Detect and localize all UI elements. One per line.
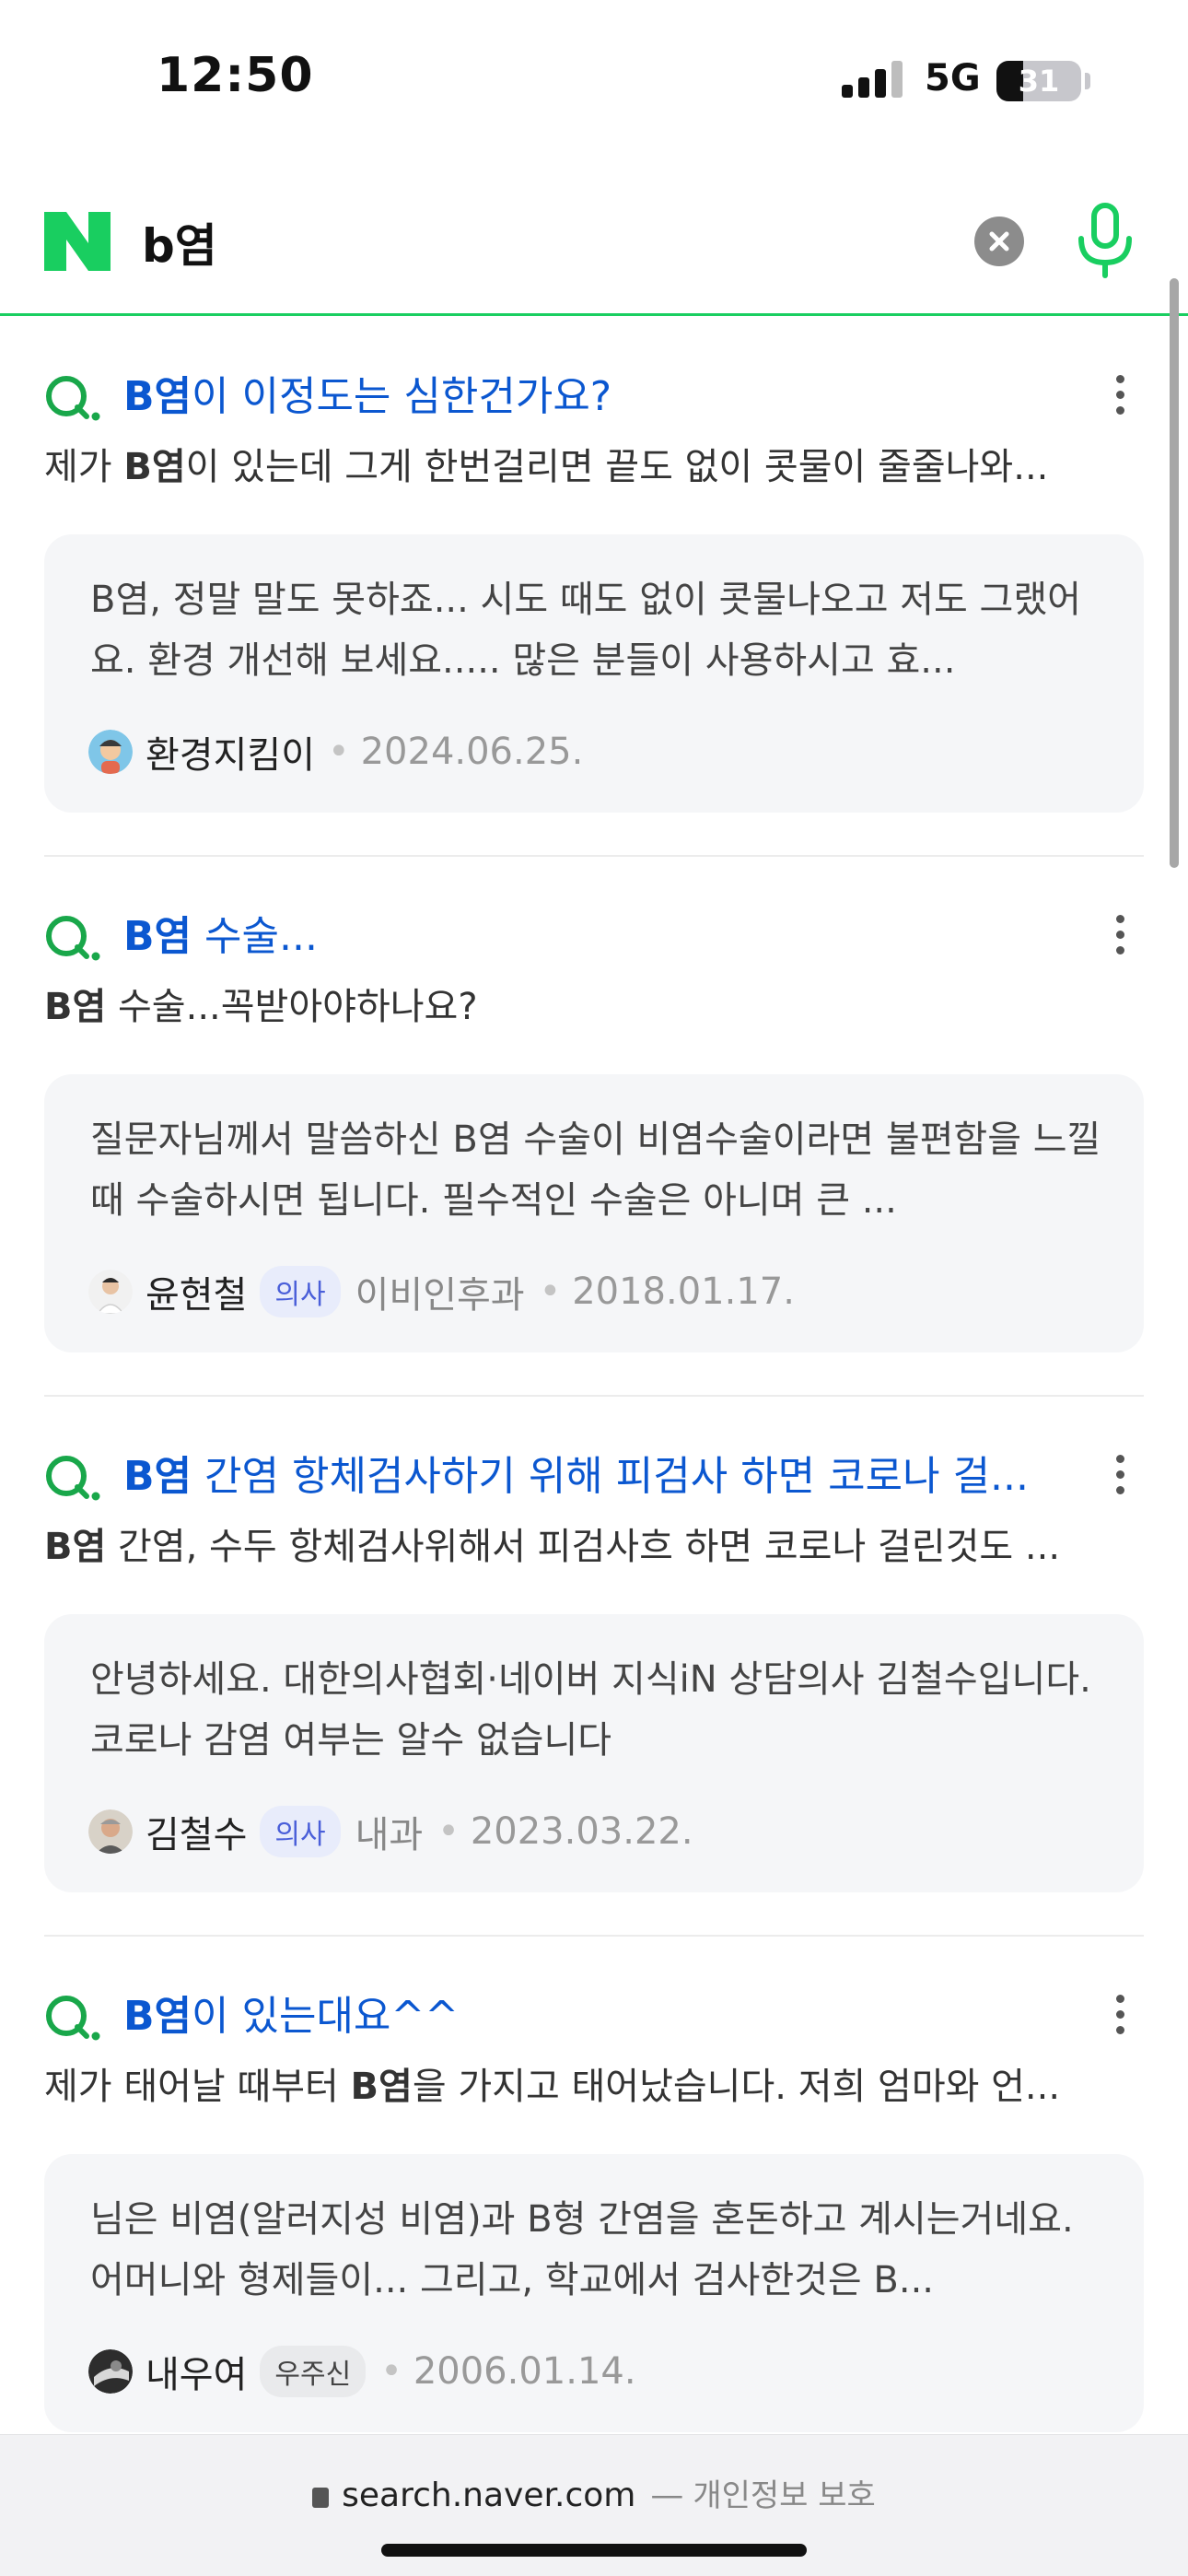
naver-logo-icon[interactable] <box>44 212 111 271</box>
signal-icon <box>842 61 904 98</box>
result-snippet: 제가 태어날 때부터 B염을 가지고 태어났습니다. 저희 엄마와 언... <box>44 2066 1061 2108</box>
divider <box>44 1935 1144 1937</box>
more-options-icon[interactable] <box>1111 1992 1129 2040</box>
title-keyword: B염 <box>123 1453 192 1500</box>
author-name[interactable]: 환경지킴이 <box>146 725 315 779</box>
author-name[interactable]: 김철수 <box>146 1805 247 1858</box>
result-title[interactable]: B염이 이정도는 심한건가요? <box>123 363 1072 422</box>
scrollbar[interactable] <box>1170 278 1179 868</box>
battery-icon: 31 <box>996 61 1081 101</box>
result-snippet: B염 간염, 수두 항체검사위해서 피검사흐 하면 코로나 걸린것도 ... <box>44 1526 1061 1568</box>
avatar <box>88 730 133 774</box>
level-badge: 우주신 <box>260 2346 367 2397</box>
clear-search-button[interactable] <box>974 217 1024 266</box>
more-options-icon[interactable] <box>1111 372 1129 420</box>
close-icon <box>989 231 1009 252</box>
answer-card[interactable]: 질문자님께서 말씀하신 B염 수술이 비염수술이라면 불편함을 느낄 때 수술하… <box>44 1074 1144 1352</box>
department: 이비인후과 <box>355 1274 525 1317</box>
title-text: 이 있는대요^^ <box>192 1993 460 2040</box>
divider <box>44 855 1144 857</box>
result-title[interactable]: B염이 있는대요^^ <box>123 1983 1072 2042</box>
answer-text: B염, 정말 말도 못하죠... 시도 때도 없이 콧물나오고 저도 그랬어요.… <box>90 579 1081 682</box>
meta-dot: • <box>437 1810 460 1853</box>
divider <box>44 1395 1144 1397</box>
answer-meta: 내우여 우주신 • 2006.01.14. <box>88 2346 636 2397</box>
question-icon <box>46 376 100 421</box>
lock-icon <box>312 2488 330 2508</box>
title-keyword: B염 <box>123 913 192 960</box>
title-text: 수술... <box>192 913 318 960</box>
search-input[interactable] <box>142 205 952 279</box>
answer-meta: 윤현철 의사 이비인후과 • 2018.01.17. <box>88 1266 795 1317</box>
answer-meta: 환경지킴이 • 2024.06.25. <box>88 726 583 778</box>
answer-date: 2024.06.25. <box>360 731 584 773</box>
meta-dot: • <box>328 731 350 773</box>
question-icon <box>46 916 100 961</box>
doctor-badge: 의사 <box>260 1266 341 1317</box>
result-snippet: 제가 B염이 있는데 그게 한번걸리면 끝도 없이 콧물이 줄줄나와... <box>44 446 1049 488</box>
status-time: 12:50 <box>157 48 314 103</box>
answer-card[interactable]: 안녕하세요. 대한의사협회·네이버 지식iN 상담의사 김철수입니다. 코로나 … <box>44 1614 1144 1892</box>
title-keyword: B염 <box>123 373 192 420</box>
title-keyword: B염 <box>123 1993 192 2040</box>
result-title[interactable]: B염 간염 항체검사하기 위해 피검사 하면 코로나 걸... <box>123 1443 1072 1502</box>
answer-date: 2018.01.17. <box>572 1270 795 1313</box>
avatar <box>88 2349 133 2394</box>
battery-tip <box>1085 73 1090 89</box>
url-text: search.naver.com <box>342 2476 636 2514</box>
battery-percent: 31 <box>1018 64 1060 99</box>
home-indicator[interactable] <box>381 2544 807 2557</box>
question-icon <box>46 1456 100 1501</box>
title-text: 이 이정도는 심한건가요? <box>192 373 612 420</box>
answer-date: 2006.01.14. <box>413 2350 636 2393</box>
microphone-icon[interactable] <box>1072 202 1138 281</box>
meta-dot: • <box>539 1270 562 1313</box>
title-text: 간염 항체검사하기 위해 피검사 하면 코로나 걸... <box>192 1453 1030 1500</box>
status-bar: 12:50 5G 31 <box>0 0 1188 161</box>
result-snippet: B염 수술...꼭받아야하나요? <box>44 986 478 1028</box>
search-header <box>0 161 1188 316</box>
result-title[interactable]: B염 수술... <box>123 903 1072 962</box>
url-separator: — <box>650 2476 684 2514</box>
answer-card[interactable]: B염, 정말 말도 못하죠... 시도 때도 없이 콧물나오고 저도 그랬어요.… <box>44 534 1144 813</box>
browser-bottom-bar: search.naver.com — 개인정보 보호 <box>0 2434 1188 2576</box>
meta-dot: • <box>380 2350 402 2393</box>
more-options-icon[interactable] <box>1111 1452 1129 1500</box>
network-type: 5G <box>925 57 981 100</box>
answer-card[interactable]: 님은 비염(알러지성 비염)과 B형 간염을 혼돈하고 계시는거네요. 어머니와… <box>44 2154 1144 2432</box>
author-name[interactable]: 내우여 <box>146 2345 247 2398</box>
department: 내과 <box>355 1814 424 1856</box>
question-icon <box>46 1996 100 2041</box>
doctor-badge: 의사 <box>260 1806 341 1857</box>
author-name[interactable]: 윤현철 <box>146 1265 247 1318</box>
avatar <box>88 1270 133 1314</box>
address-bar[interactable]: search.naver.com — 개인정보 보호 <box>0 2470 1188 2515</box>
avatar <box>88 1809 133 1854</box>
answer-date: 2023.03.22. <box>470 1810 693 1853</box>
answer-meta: 김철수 의사 내과 • 2023.03.22. <box>88 1806 693 1857</box>
answer-text: 안녕하세요. 대한의사협회·네이버 지식iN 상담의사 김철수입니다. 코로나 … <box>90 1658 1091 1762</box>
privacy-label: 개인정보 보호 <box>693 2477 876 2514</box>
answer-text: 질문자님께서 말씀하신 B염 수술이 비염수술이라면 불편함을 느낄 때 수술하… <box>90 1118 1101 1222</box>
answer-text: 님은 비염(알러지성 비염)과 B형 간염을 혼돈하고 계시는거네요. 어머니와… <box>90 2198 1074 2301</box>
more-options-icon[interactable] <box>1111 912 1129 960</box>
